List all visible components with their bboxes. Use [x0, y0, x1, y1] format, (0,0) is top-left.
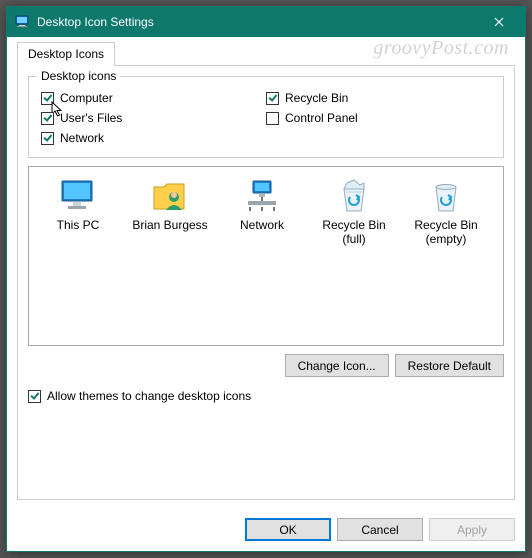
icon-buttons-row: Change Icon... Restore Default: [28, 354, 504, 377]
checkbox-icon: [266, 92, 279, 105]
group-legend: Desktop icons: [37, 69, 120, 83]
check-control-panel[interactable]: Control Panel: [266, 111, 491, 125]
checkbox-icon: [28, 390, 41, 403]
icon-recycle-full[interactable]: Recycle Bin (full): [311, 177, 397, 247]
icon-network[interactable]: Network: [219, 177, 305, 233]
check-label: Recycle Bin: [285, 91, 348, 105]
dialog-window: Desktop Icon Settings Desktop Icons Desk…: [6, 6, 526, 552]
tab-desktop-icons[interactable]: Desktop Icons: [17, 42, 115, 66]
check-label: Computer: [60, 91, 113, 105]
checkbox-icon: [41, 112, 54, 125]
icon-label: This PC: [57, 219, 100, 233]
check-label: Allow themes to change desktop icons: [47, 389, 251, 403]
restore-default-button[interactable]: Restore Default: [395, 354, 504, 377]
user-folder-icon: [150, 177, 190, 215]
network-icon: [242, 177, 282, 215]
change-icon-button[interactable]: Change Icon...: [285, 354, 389, 377]
check-label: User's Files: [60, 111, 122, 125]
check-allow-themes[interactable]: Allow themes to change desktop icons: [28, 385, 504, 405]
window-title: Desktop Icon Settings: [37, 15, 476, 29]
checkbox-icon: [266, 112, 279, 125]
tabstrip: Desktop Icons: [17, 41, 515, 65]
dialog-buttons: OK Cancel Apply: [7, 510, 525, 551]
icon-recycle-empty[interactable]: Recycle Bin (empty): [403, 177, 489, 247]
tab-panel: Desktop icons Computer Recycle Bin User'…: [17, 65, 515, 500]
group-desktop-icons: Desktop icons Computer Recycle Bin User'…: [28, 76, 504, 158]
monitor-icon: [58, 177, 98, 215]
recycle-bin-empty-icon: [426, 177, 466, 215]
icon-this-pc[interactable]: This PC: [35, 177, 121, 233]
icon-list[interactable]: This PC Brian Burgess Network: [28, 166, 504, 346]
checkbox-icon: [41, 92, 54, 105]
check-label: Network: [60, 131, 104, 145]
checkbox-icon: [41, 132, 54, 145]
apply-button[interactable]: Apply: [429, 518, 515, 541]
icon-label: Brian Burgess: [132, 219, 207, 233]
check-network[interactable]: Network: [41, 131, 266, 145]
check-users-files[interactable]: User's Files: [41, 111, 266, 125]
icon-label: Recycle Bin (empty): [403, 219, 489, 247]
system-icon: [15, 14, 31, 30]
titlebar[interactable]: Desktop Icon Settings: [7, 7, 525, 37]
client-area: Desktop Icons Desktop icons Computer Rec…: [7, 37, 525, 510]
check-label: Control Panel: [285, 111, 358, 125]
close-button[interactable]: [476, 7, 521, 37]
icon-user-folder[interactable]: Brian Burgess: [127, 177, 213, 233]
cancel-button[interactable]: Cancel: [337, 518, 423, 541]
icon-label: Network: [240, 219, 284, 233]
ok-button[interactable]: OK: [245, 518, 331, 541]
recycle-bin-full-icon: [334, 177, 374, 215]
icon-label: Recycle Bin (full): [311, 219, 397, 247]
check-recycle-bin[interactable]: Recycle Bin: [266, 91, 491, 105]
check-computer[interactable]: Computer: [41, 91, 266, 105]
